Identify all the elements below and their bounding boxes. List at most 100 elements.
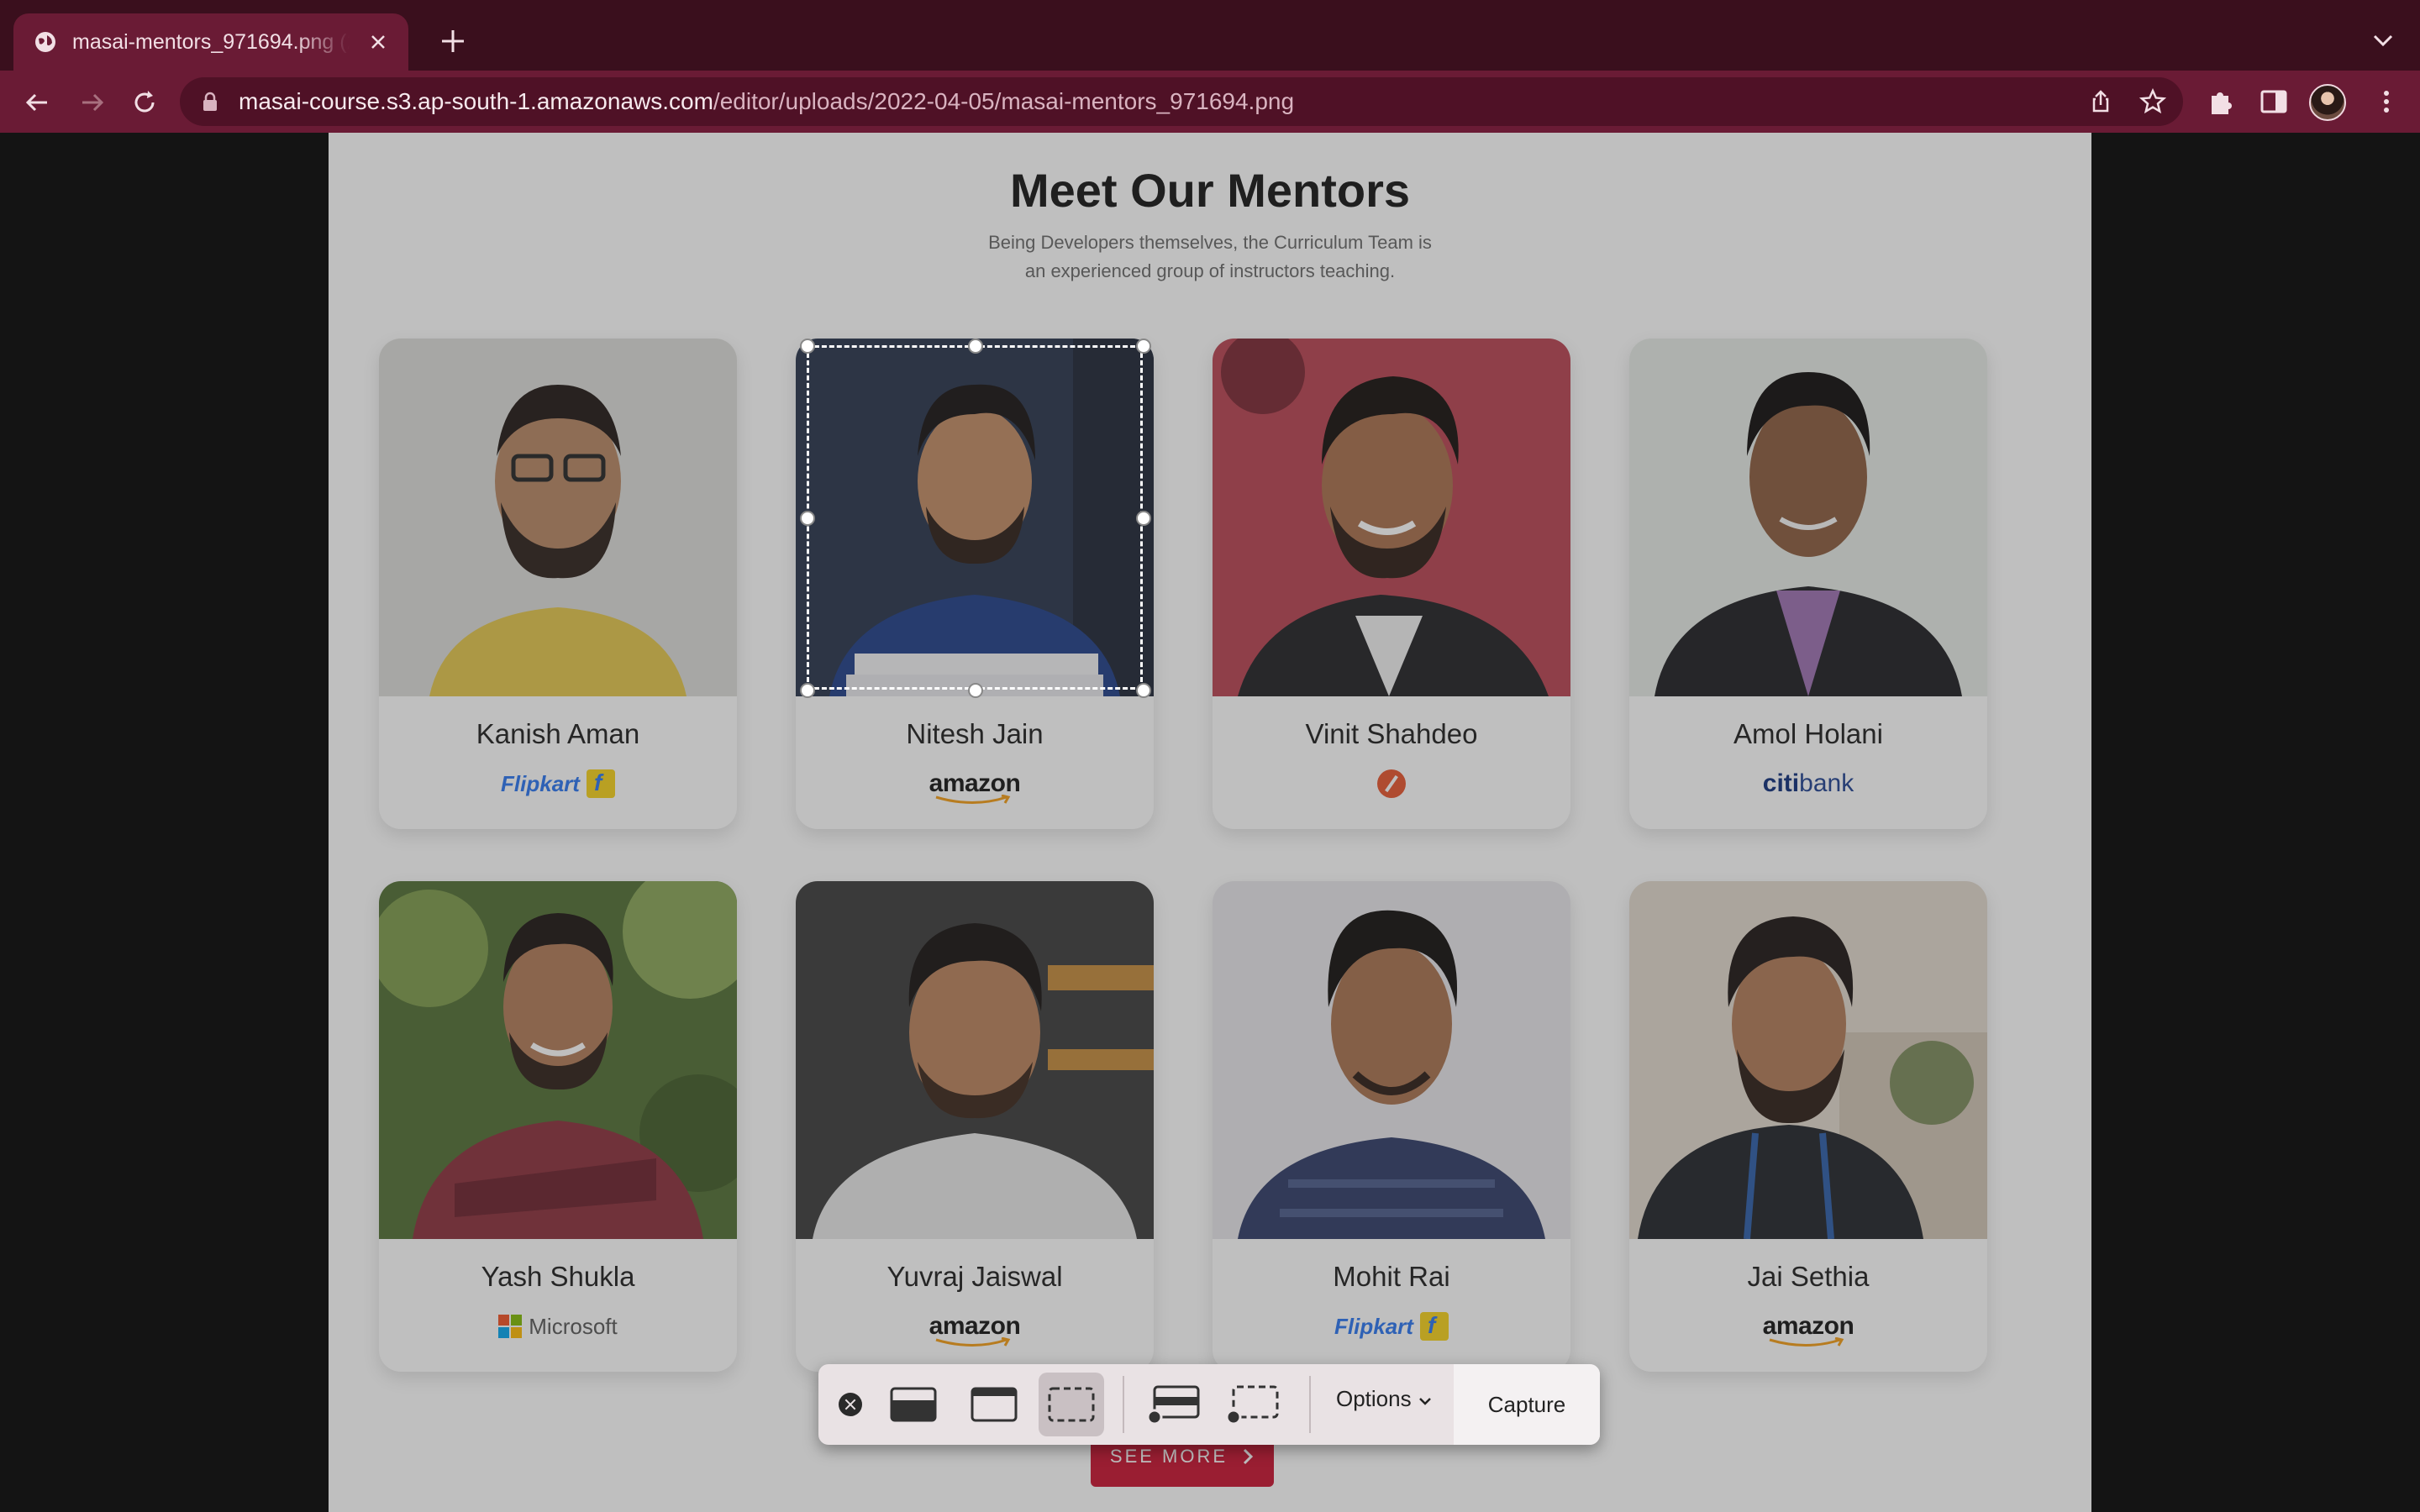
resize-handle[interactable] (800, 511, 815, 526)
company-logo: amazon (1629, 1308, 1987, 1347)
browser-toolbar: masai-course.s3.ap-south-1.amazonaws.com… (0, 71, 2420, 133)
subtitle-line-1: Being Developers themselves, the Curricu… (988, 232, 1432, 253)
resize-handle[interactable] (1136, 511, 1151, 526)
mentor-photo (379, 881, 737, 1239)
profile-avatar[interactable] (2309, 84, 2346, 121)
see-more-label: SEE MORE (1109, 1446, 1228, 1467)
close-icon[interactable] (839, 1393, 862, 1416)
capture-button[interactable]: Capture (1454, 1364, 1600, 1445)
company-logo: Flipkart (1213, 1308, 1570, 1345)
options-label: Options (1336, 1386, 1412, 1411)
capture-window-button[interactable] (961, 1373, 1027, 1436)
url-text[interactable]: masai-course.s3.ap-south-1.amazonaws.com… (239, 87, 1294, 116)
company-logo: amazon (796, 1308, 1154, 1347)
record-selection-button[interactable] (1220, 1373, 1286, 1436)
chevron-down-icon[interactable] (2371, 32, 2395, 49)
mentor-card: Jai Sethia amazon (1629, 881, 1987, 1372)
browser-tab-bar: masai-mentors_971694.png (2 (0, 0, 2420, 71)
mentor-photo (1629, 339, 1987, 696)
lock-icon[interactable] (202, 92, 218, 112)
amazon-smile-icon (935, 1337, 1010, 1347)
new-tab-icon[interactable] (437, 25, 469, 57)
page-title: Meet Our Mentors (1009, 164, 1411, 217)
company-name: amazon (929, 1312, 1021, 1340)
record-selection-icon (1225, 1385, 1279, 1425)
flipkart-bag-icon (1419, 1312, 1449, 1341)
amazon-logo: amazon (929, 1312, 1021, 1347)
flipkart-logo: Flipkart (501, 769, 615, 798)
company-logo-icon (1377, 769, 1406, 798)
resize-handle[interactable] (968, 339, 983, 354)
company-logo: amazon (796, 765, 1154, 804)
screenshot-toolbar: Options Capture (818, 1364, 1600, 1445)
selection-area[interactable] (800, 339, 1151, 698)
forward-icon[interactable] (76, 86, 109, 119)
browser-viewport: Meet Our Mentors Being Developers themse… (0, 133, 2420, 1512)
side-panel-icon[interactable] (2259, 86, 2289, 118)
url-path: /editor/uploads/2022-04-05/masai-mentors… (713, 88, 1295, 114)
mentor-card: Vinit Shahdeo (1213, 339, 1570, 829)
resize-handle[interactable] (800, 339, 815, 354)
address-bar[interactable]: masai-course.s3.ap-south-1.amazonaws.com… (180, 77, 2183, 126)
citibank-logo: citibank (1763, 769, 1854, 798)
amazon-smile-icon (1769, 1337, 1844, 1347)
mentor-name: Yuvraj Jaiswal (886, 1261, 1063, 1292)
browser-tab[interactable]: masai-mentors_971694.png (2 (13, 13, 408, 71)
mentor-photo (379, 339, 737, 696)
reload-icon[interactable] (128, 86, 161, 119)
resize-handle[interactable] (968, 683, 983, 698)
window-icon (971, 1387, 1018, 1422)
mentor-card: Amol Holani citibank (1629, 339, 1987, 829)
share-icon[interactable] (2087, 88, 2114, 115)
back-icon[interactable] (20, 86, 54, 119)
amazon-logo: amazon (1762, 1312, 1854, 1347)
toolbar-divider (1309, 1376, 1311, 1433)
mentor-photo (796, 881, 1154, 1239)
chevron-right-icon (1244, 1448, 1254, 1465)
company-name: amazon (929, 769, 1021, 797)
extensions-icon[interactable] (2205, 86, 2235, 118)
company-name: Flipkart (501, 770, 580, 796)
options-menu[interactable]: Options (1336, 1386, 1433, 1412)
resize-handle[interactable] (1136, 339, 1151, 354)
entire-screen-icon (890, 1387, 937, 1422)
mentor-photo (1213, 339, 1570, 696)
mentor-name: Mohit Rai (1333, 1261, 1450, 1292)
company-name: citibank (1762, 769, 1854, 797)
selection-icon (1048, 1387, 1095, 1422)
image-content: Meet Our Mentors Being Developers themse… (329, 133, 2091, 1512)
capture-entire-screen-button[interactable] (881, 1373, 946, 1436)
bookmark-star-icon[interactable] (2139, 88, 2166, 115)
resize-handle[interactable] (800, 683, 815, 698)
microsoft-logo: Microsoft (498, 1314, 618, 1340)
url-host: masai-course.s3.ap-south-1.amazonaws.com (239, 88, 713, 114)
globe-icon (35, 32, 55, 52)
chevron-down-icon (1418, 1398, 1431, 1405)
mentor-name: Nitesh Jain (906, 718, 1044, 749)
close-tab-icon[interactable] (365, 29, 392, 55)
flipkart-bag-icon (586, 769, 615, 798)
flipkart-logo: Flipkart (1334, 1312, 1449, 1341)
company-name: amazon (1762, 1312, 1854, 1340)
company-logo (1213, 765, 1570, 802)
mentor-card: Yuvraj Jaiswal amazon (796, 881, 1154, 1372)
company-logo: citibank (1629, 765, 1987, 802)
mentor-card: Kanish Aman Flipkart (379, 339, 737, 829)
resize-handle[interactable] (1136, 683, 1151, 698)
mentor-name: Kanish Aman (476, 718, 640, 749)
subtitle-line-2: an experienced group of instructors teac… (1024, 260, 1396, 281)
mentor-photo (1213, 881, 1570, 1239)
company-logo: Microsoft (379, 1308, 737, 1345)
mentor-name: Jai Sethia (1747, 1261, 1870, 1292)
more-menu-icon[interactable] (2371, 86, 2402, 118)
mentor-card: Yash Shukla Microsoft (379, 881, 737, 1372)
amazon-smile-icon (935, 795, 1010, 804)
amazon-logo: amazon (929, 769, 1021, 804)
capture-selection-button[interactable] (1039, 1373, 1104, 1436)
mentor-name: Amol Holani (1733, 718, 1883, 749)
microsoft-grid-icon (498, 1315, 523, 1338)
page-subtitle: Being Developers themselves, the Curricu… (329, 228, 2091, 286)
record-entire-screen-button[interactable] (1141, 1373, 1207, 1436)
mentor-photo (1629, 881, 1987, 1239)
company-name: Flipkart (1334, 1313, 1413, 1339)
